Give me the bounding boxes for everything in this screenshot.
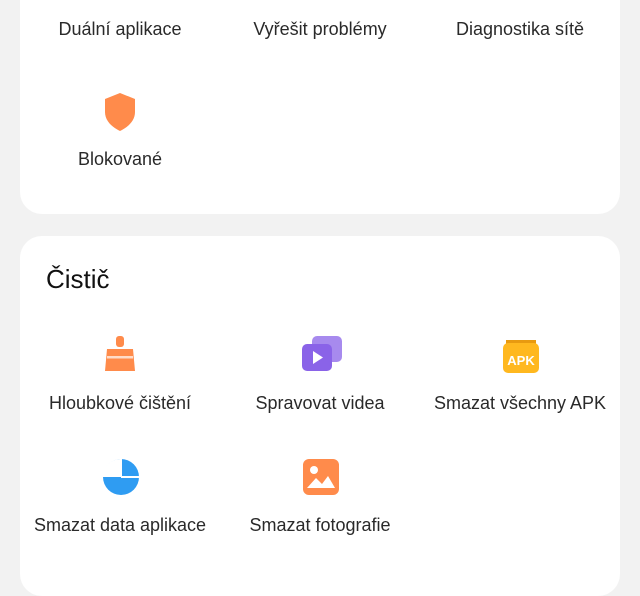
delete-app-data-label: Smazat data aplikace xyxy=(33,515,207,535)
video-stack-icon xyxy=(302,336,342,372)
shield-icon xyxy=(102,92,138,131)
apk-badge-text: APK xyxy=(507,353,535,368)
deep-clean-label: Hloubkové čištění xyxy=(48,393,192,413)
manage-videos-tile[interactable]: Spravovat videa xyxy=(220,336,420,446)
section-title: Čistič xyxy=(46,264,110,294)
apk-icon: APK xyxy=(502,336,539,373)
deep-clean-tile[interactable]: Hloubkové čištění xyxy=(20,336,220,446)
troubleshoot-tile[interactable]: Vyřešit problémy xyxy=(220,0,420,72)
photo-icon xyxy=(302,458,339,495)
broom-icon xyxy=(102,336,138,372)
blocked-label: Blokované xyxy=(77,149,163,169)
network-diagnostics-tile[interactable]: Diagnostika sítě xyxy=(420,0,620,72)
dual-apps-tile[interactable]: Duální aplikace xyxy=(20,0,220,72)
dual-apps-label: Duální aplikace xyxy=(58,19,182,39)
delete-app-data-tile[interactable]: Smazat data aplikace xyxy=(20,458,220,568)
cleaner-card: Čistič Hloubkové čištění Spravovat videa xyxy=(20,236,620,596)
delete-photos-tile[interactable]: Smazat fotografie xyxy=(220,458,420,568)
tools-card: Duální aplikace Vyřešit problémy Diagnos… xyxy=(20,0,620,214)
delete-photos-label: Smazat fotografie xyxy=(249,515,391,535)
delete-apk-label: Smazat všechny APK xyxy=(433,393,607,413)
pie-chart-icon xyxy=(102,458,139,495)
network-diagnostics-label: Diagnostika sítě xyxy=(455,19,585,39)
troubleshoot-label: Vyřešit problémy xyxy=(253,19,387,39)
blocked-tile[interactable]: Blokované xyxy=(20,92,220,202)
delete-apk-tile[interactable]: APK Smazat všechny APK xyxy=(420,336,620,446)
manage-videos-label: Spravovat videa xyxy=(255,393,385,413)
